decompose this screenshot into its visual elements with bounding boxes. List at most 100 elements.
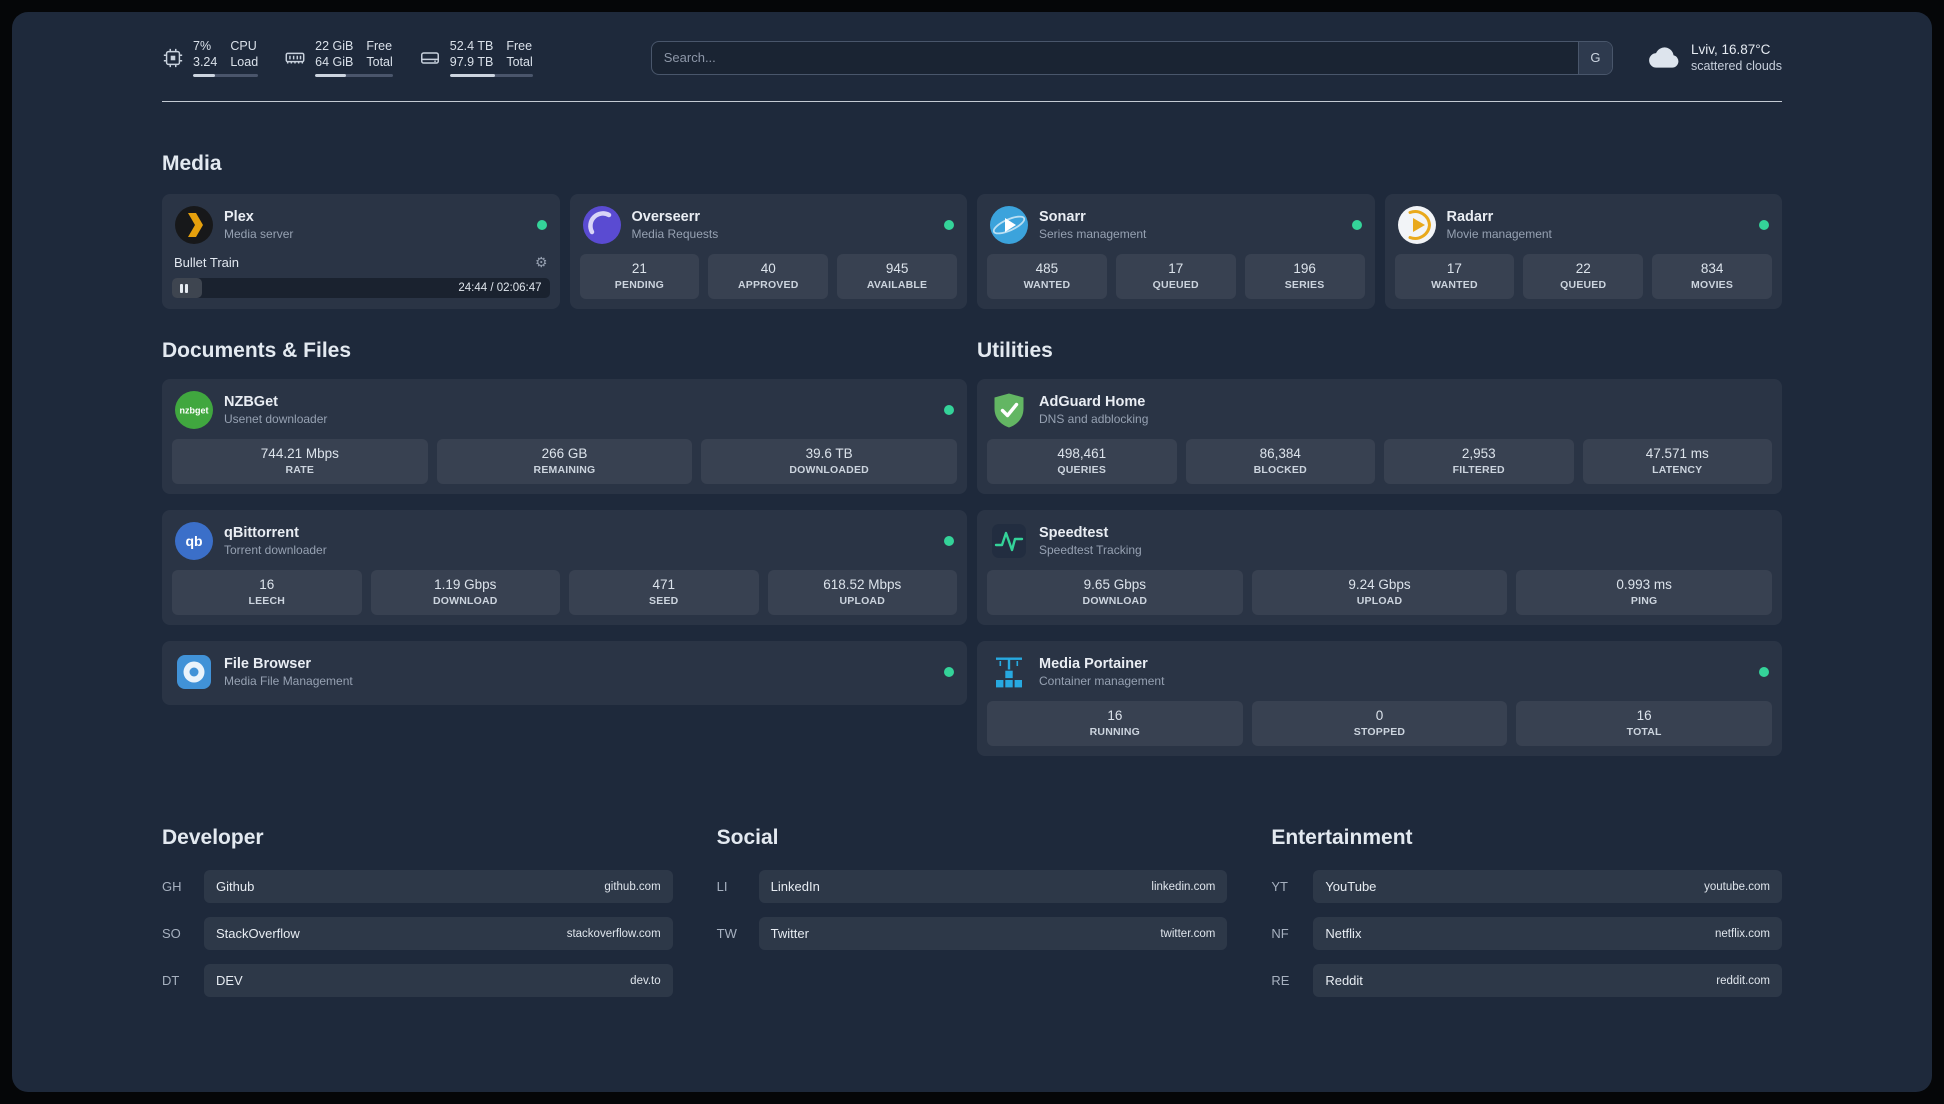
bookmarks: Developer GH Github github.com SO StackO… [162, 826, 1782, 1011]
stat-value: 0 [1375, 708, 1384, 723]
stat-value: 17 [1168, 261, 1184, 276]
bookmark-link-twitter[interactable]: Twitter twitter.com [758, 917, 1228, 950]
stat-label: RUNNING [1089, 726, 1141, 738]
memory-bar-fill [315, 74, 347, 77]
stat-value: 47.571 ms [1645, 446, 1709, 461]
stat-label: QUEUED [1152, 279, 1199, 291]
stat-label: DOWNLOAD [432, 595, 498, 607]
search-provider-badge[interactable]: G [1577, 41, 1612, 74]
card-radarr: Radarr Movie management 17 WANTED 22 QUEUE… [1384, 194, 1782, 309]
bookmark-link-netflix[interactable]: Netflix netflix.com [1313, 917, 1782, 950]
sonarr-icon [990, 206, 1028, 244]
service-name: File Browser [224, 655, 312, 672]
bookmark-link-linkedin[interactable]: LinkedIn linkedin.com [758, 870, 1228, 903]
stat-tile: 618.52 Mbps UPLOAD [767, 570, 957, 615]
section-title-entertainment: Entertainment [1271, 826, 1413, 849]
stat-label: FILTERED [1452, 464, 1505, 476]
pause-icon[interactable] [180, 283, 188, 293]
stat-tile: 196 SERIES [1244, 254, 1365, 299]
cloud-icon [1649, 46, 1679, 68]
status-dot [1351, 220, 1362, 230]
stat-tile: 0.993 ms PING [1516, 570, 1772, 615]
portainer-stats: 16 RUNNING 0 STOPPED 16 TOTAL [987, 701, 1772, 746]
portainer-icon [990, 653, 1028, 691]
portainer-header[interactable]: Media Portainer Container management [987, 651, 1772, 701]
stat-tile: 47.571 ms LATENCY [1582, 439, 1772, 484]
stat-label: BLOCKED [1253, 464, 1307, 476]
bookmark-link-github[interactable]: Github github.com [204, 870, 673, 903]
service-subtitle: Series management [1039, 226, 1147, 241]
memory-widget: 22 GiB 64 GiB Free Total [284, 38, 393, 77]
service-subtitle: Movie management [1446, 226, 1552, 241]
bookmark-link-stackoverflow[interactable]: StackOverflow stackoverflow.com [204, 917, 673, 950]
qbittorrent-stats: 16 LEECH 1.19 Gbps DOWNLOAD 471 SEED 618.52… [172, 570, 957, 615]
resource-widgets: 7% 3.24 CPU Load 22 GiB 64 GiB Free Tota… [162, 38, 533, 77]
search-bar[interactable]: G [650, 40, 1613, 75]
bookmark-group-developer: Developer GH Github github.com SO StackO… [162, 826, 673, 1011]
section-title-social: Social [716, 826, 779, 849]
gear-icon[interactable]: ⚙ [535, 254, 548, 271]
adguard-stats: 498,461 QUERIES 86,384 BLOCKED 2,953 FILTER… [987, 439, 1772, 484]
service-name: AdGuard Home [1039, 393, 1146, 410]
overseerr-icon [582, 206, 621, 244]
sonarr-header[interactable]: Sonarr Series management [987, 204, 1365, 254]
service-name: Radarr [1446, 208, 1494, 225]
stat-label: RATE [285, 464, 315, 476]
bookmark-row: NF Netflix netflix.com [1271, 917, 1782, 950]
stat-value: 9.65 Gbps [1083, 577, 1146, 592]
bookmark-link-dev[interactable]: DEV dev.to [204, 964, 673, 997]
section-title-utilities: Utilities [977, 339, 1053, 362]
cpu-values: 7% 3.24 [193, 38, 217, 70]
overseerr-header[interactable]: Overseerr Media Requests [580, 204, 958, 254]
sonarr-stats: 485 WANTED 17 QUEUED 196 SERIES [987, 254, 1365, 299]
filebrowser-header[interactable]: File Browser Media File Management [172, 651, 957, 695]
memory-bar [315, 74, 393, 77]
playback-seek-bar[interactable]: 24:44 / 02:06:47 [172, 278, 550, 298]
screen-frame: 7% 3.24 CPU Load 22 GiB 64 GiB Free Tota… [0, 0, 1944, 1104]
bookmark-abbr: LI [716, 879, 728, 894]
stat-tile: 485 WANTED [987, 254, 1107, 299]
service-name: NZBGet [224, 393, 278, 410]
nzbget-stats: 744.21 Mbps RATE 266 GB REMAINING 39.6 TB D… [172, 439, 957, 484]
stat-value: 39.6 TB [805, 446, 853, 461]
topbar-divider [162, 101, 1782, 102]
service-subtitle: Media Requests [631, 226, 719, 241]
nzbget-icon: nzbget [175, 391, 213, 429]
status-dot [944, 667, 954, 677]
stat-value: 498,461 [1057, 446, 1107, 461]
memory-icon [285, 52, 305, 63]
card-sonarr: Sonarr Series management 485 WANTED 17 QUE… [977, 194, 1375, 309]
stat-label: UPLOAD [839, 595, 886, 607]
stat-label: DOWNLOAD [1082, 595, 1148, 607]
stat-tile: 39.6 TB DOWNLOADED [701, 439, 957, 484]
disk-bar [449, 74, 533, 77]
qbittorrent-header[interactable]: qb qBittorrent Torrent downloader [172, 520, 957, 570]
stat-tile: 16 LEECH [172, 570, 362, 615]
svg-text:nzbget: nzbget [180, 406, 209, 416]
stat-value: 9.24 Gbps [1348, 577, 1411, 592]
nzbget-header[interactable]: nzbget NZBGet Usenet downloader [172, 389, 957, 439]
search-input[interactable] [651, 41, 1578, 74]
bookmark-row: GH Github github.com [162, 870, 673, 903]
adguard-header[interactable]: AdGuard Home DNS and adblocking [987, 389, 1772, 439]
stat-label: DOWNLOADED [789, 464, 869, 476]
stat-value: 471 [652, 577, 676, 592]
bookmark-link-youtube[interactable]: YouTube youtube.com [1313, 870, 1782, 903]
stat-tile: 22 QUEUED [1523, 254, 1644, 299]
speedtest-header[interactable]: Speedtest Speedtest Tracking [987, 520, 1772, 570]
bookmark-group-entertainment: Entertainment YT YouTube youtube.com NF … [1271, 826, 1782, 1011]
playback-time: 24:44 / 02:06:47 [458, 282, 542, 294]
stat-label: LEECH [248, 595, 286, 607]
stat-tile: 1.19 Gbps DOWNLOAD [370, 570, 560, 615]
plex-header[interactable]: Plex Media server [172, 204, 550, 254]
card-overseerr: Overseerr Media Requests 21 PENDING 40 APP… [569, 194, 967, 309]
section-title-documents: Documents & Files [162, 339, 352, 362]
playback-progress [172, 278, 203, 298]
bookmark-link-reddit[interactable]: Reddit reddit.com [1313, 964, 1782, 997]
stat-tile: 744.21 Mbps RATE [172, 439, 428, 484]
stat-label: WANTED [1431, 279, 1478, 291]
card-adguard: AdGuard Home DNS and adblocking 498,461 Q… [977, 379, 1782, 494]
memory-total: 64 GiB [315, 55, 354, 69]
radarr-header[interactable]: Radarr Movie management [1395, 204, 1773, 254]
stat-label: TOTAL [1626, 726, 1662, 738]
